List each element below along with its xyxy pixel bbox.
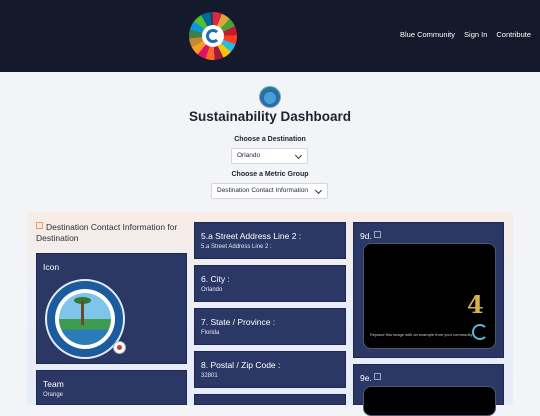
chevron-down-icon [314,186,323,195]
team-card-title: Team [43,379,64,389]
section-title-text: Destination Contact Information for Dest… [36,222,178,243]
city-title: 6. City : [201,274,230,284]
postal-value: 32801 [201,373,218,379]
postal-card: 8. Postal / Zip Code : 32801 [194,351,346,388]
destination-label: Choose a Destination [234,136,306,143]
metric-group-select[interactable]: Destination Contact Information [211,183,328,199]
team-card-value: Orange [43,392,64,398]
postal-title: 8. Postal / Zip Code : [201,360,281,370]
nav-contribute[interactable]: Contribute [496,30,531,39]
sdg-number: 4 [467,290,484,319]
city-card: 6. City : Orlando [194,265,346,302]
sdg-9d-caption: Replace this image with an example from … [370,332,473,337]
street-address-2-title: 5.a Street Address Line 2 : [201,231,302,241]
top-navbar: Blue Community Sign In Contribute [0,0,540,72]
sdg-9d-image: 4 Replace this image with an example fro… [363,243,496,349]
nav-blue-community[interactable]: Blue Community [400,30,455,39]
state-card: 7. State / Province : Florida [194,308,346,345]
state-title: 7. State / Province : [201,317,276,327]
sdg-9e-image [363,386,496,416]
street-address-2-value: 5.a Street Address Line 2 : [201,244,272,250]
nav-sign-in[interactable]: Sign In [464,30,487,39]
metric-group-select-value: Destination Contact Information [217,187,309,194]
street-address-2-card: 5.a Street Address Line 2 : 5.a Street A… [194,222,346,259]
destination-select-value: Orlando [237,152,261,159]
metric-group-label: Choose a Metric Group [231,171,309,178]
section-title: Destination Contact Information for Dest… [36,222,184,243]
icon-card-title: Icon [43,262,60,272]
destination-logo-icon [259,86,281,108]
section-icon [36,222,43,229]
team-card: Team Orange [36,370,187,405]
state-value: Florida [201,330,220,336]
flag-badge-icon [113,341,126,354]
blue-community-icon [472,324,488,340]
sdg-wheel-logo[interactable] [189,12,237,60]
sdg-9d-title: 9d. [360,231,384,241]
city-value: Orlando [201,287,223,293]
next-field-card [194,394,346,405]
sdg-9e-title: 9e. [360,373,384,383]
destination-select[interactable]: Orlando [231,148,308,164]
chevron-down-icon [294,151,303,160]
page-title: Sustainability Dashboard [188,109,352,124]
nav-links: Blue Community Sign In Contribute [400,30,531,39]
